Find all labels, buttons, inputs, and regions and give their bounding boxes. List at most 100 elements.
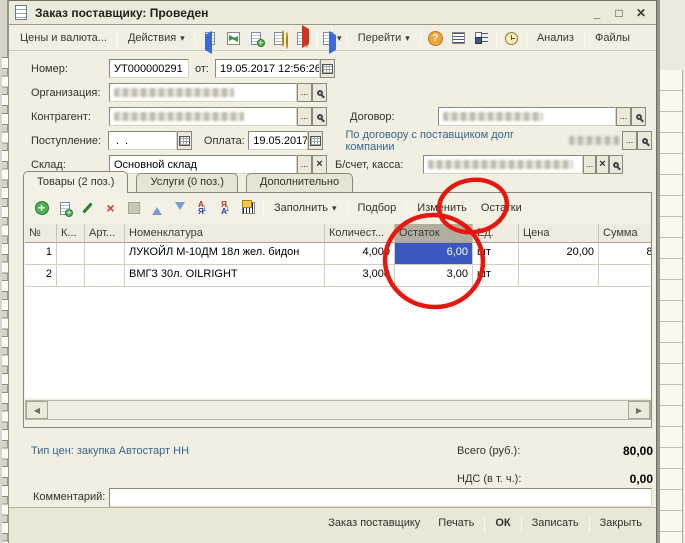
account-clear-icon[interactable]: × [596,155,609,174]
copy-document-icon[interactable] [245,28,268,49]
payment-calendar-button[interactable] [308,131,323,150]
cell-article[interactable] [85,243,125,265]
col-nomenclature[interactable]: Номенклатура [125,224,325,243]
help-icon[interactable] [424,28,447,49]
comment-field[interactable] [109,488,652,507]
contractor-search-icon[interactable] [312,107,327,126]
tab-services[interactable]: Услуги (0 поз.) [136,173,237,192]
account-field[interactable] [423,155,583,174]
col-sum[interactable]: Сумма [599,224,651,243]
cell-article[interactable] [85,265,125,287]
sort-descending-icon[interactable]: ↓ [214,198,237,219]
cell-sum[interactable] [599,265,651,287]
separator [317,30,318,47]
minimize-button[interactable]: _ [588,4,606,21]
edit-row-icon[interactable] [76,198,99,219]
close-button[interactable]: ✕ [632,4,650,21]
cell-price[interactable]: 20,00 [519,243,599,265]
col-article[interactable]: Арт... [85,224,125,243]
delete-row-icon[interactable] [99,198,122,219]
cell-rest[interactable]: 3,00 [395,265,473,287]
cell-rest-selected[interactable]: 6,00 [395,243,473,265]
sort-ascending-icon[interactable]: ↓ [191,198,214,219]
output-icon[interactable] [321,28,344,49]
cell-unit[interactable]: шт [473,265,519,287]
cell-sum[interactable]: 80,00 [599,243,651,265]
maximize-button[interactable]: □ [610,4,628,21]
scroll-right-icon[interactable]: ▶ [628,401,650,419]
go-menu-button[interactable]: Перейти [351,29,417,47]
col-price[interactable]: Цена [519,224,599,243]
col-unit[interactable]: Ед. [473,224,519,243]
horizontal-scrollbar[interactable]: ◀ ▶ [25,400,651,420]
receipt-calendar-button[interactable] [177,131,192,150]
total-label: Всего (руб.): [457,445,577,457]
number-field[interactable]: УТ000000291 [109,59,189,78]
cell-nomenclature[interactable]: ВМГЗ 30л. OILRIGHT [125,265,325,287]
list-settings-icon[interactable] [447,28,470,49]
prices-currency-button[interactable]: Цены и валюта... [13,29,114,47]
contract-field[interactable] [438,107,616,126]
barcode-icon[interactable] [237,198,260,219]
history-clock-icon[interactable] [500,28,523,49]
cell-price[interactable] [519,265,599,287]
table-header-row: № К... Арт... Номенклатура Количест... О… [25,224,651,243]
save-button[interactable]: Записать [524,514,587,532]
vat-label: НДС (в т. ч.): [457,473,577,485]
contract-choose-button[interactable]: ... [616,107,631,126]
copy-row-icon[interactable] [53,198,76,219]
add-row-icon[interactable] [30,198,53,219]
fill-menu-button[interactable]: Заполнить [267,199,344,217]
account-search-icon[interactable] [609,155,623,174]
reread-icon[interactable] [199,28,222,49]
print-button[interactable]: Печать [430,514,482,532]
cell-quantity[interactable]: 3,000 [325,265,395,287]
cell-nomenclature[interactable]: ЛУКОЙЛ М-10ДМ 18л жел. бидон [125,243,325,265]
col-number[interactable]: № [25,224,57,243]
col-rest[interactable]: Остаток [395,224,473,243]
tab-additional[interactable]: Дополнительно [246,173,353,192]
debt-search-icon[interactable] [637,131,652,150]
move-down-icon[interactable] [168,198,191,219]
cell-unit[interactable]: шт [473,243,519,265]
ok-button[interactable]: ОК [487,514,518,532]
supplier-order-menu-button[interactable]: Заказ поставщику [320,514,428,532]
pick-button[interactable]: Подбор [351,199,404,217]
checkbox-settings-icon[interactable] [470,28,493,49]
price-type-link[interactable]: Тип цен: закупка Автостарт НН [31,445,189,457]
post-document-icon[interactable] [268,28,291,49]
cell-number[interactable]: 1 [25,243,57,265]
change-button[interactable]: Изменить [410,199,474,217]
contractor-choose-button[interactable]: ... [297,107,312,126]
cell-k[interactable] [57,265,85,287]
separator [406,200,407,217]
contract-search-icon[interactable] [631,107,646,126]
col-quantity[interactable]: Количест... [325,224,395,243]
cell-number[interactable]: 2 [25,265,57,287]
payment-date-field[interactable]: 19.05.2017 [248,131,307,150]
refresh-icon[interactable] [222,28,245,49]
files-button[interactable]: Файлы [588,29,637,47]
debt-choose-button[interactable]: ... [622,131,637,150]
actions-menu-button[interactable]: Действия [121,29,192,47]
tab-goods[interactable]: Товары (2 поз.) [23,171,128,193]
analysis-button[interactable]: Анализ [530,29,581,47]
contractor-field[interactable] [109,107,297,126]
unpost-document-icon[interactable] [291,28,314,49]
rests-button[interactable]: Остатки [474,199,529,217]
receipt-date-field[interactable]: . . [108,131,177,150]
cell-quantity[interactable]: 4,000 [325,243,395,265]
organization-search-icon[interactable] [312,83,327,102]
organization-choose-button[interactable]: ... [297,83,312,102]
cell-k[interactable] [57,243,85,265]
col-k[interactable]: К... [57,224,85,243]
account-choose-button[interactable]: ... [583,155,596,174]
date-calendar-button[interactable] [320,59,335,78]
organization-field[interactable] [109,83,297,102]
separator [584,30,585,47]
scroll-left-icon[interactable]: ◀ [26,401,48,419]
move-up-icon[interactable] [145,198,168,219]
separator [195,30,196,47]
date-field[interactable]: 19.05.2017 12:56:26 [215,59,320,78]
close-form-button[interactable]: Закрыть [592,514,650,532]
